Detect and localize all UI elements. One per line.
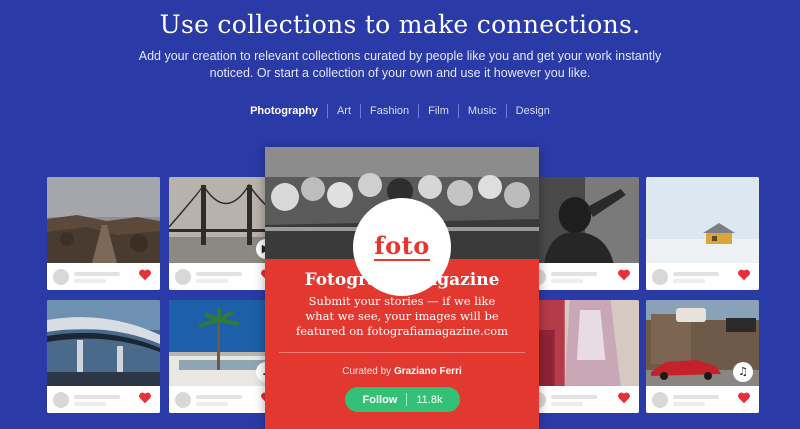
snow-house-image xyxy=(646,177,759,263)
heart-icon[interactable] xyxy=(737,268,751,282)
avatar xyxy=(53,269,69,285)
rocky-landscape-image xyxy=(47,177,160,263)
placeholder-line xyxy=(74,279,106,283)
placeholder-line xyxy=(74,272,120,276)
avatar xyxy=(175,392,191,408)
follower-count: 11.8k xyxy=(416,393,443,406)
avatar xyxy=(53,392,69,408)
featured-collection-card[interactable]: foto Fotografia Magazine Submit your sto… xyxy=(265,147,539,429)
card-footer xyxy=(646,386,759,413)
tab-fashion[interactable]: Fashion xyxy=(361,105,418,117)
curator-name[interactable]: Graziano Ferri xyxy=(394,366,462,377)
placeholder-line xyxy=(673,279,705,283)
placeholder-line xyxy=(551,272,597,276)
placeholder-line xyxy=(551,402,583,406)
card-footer xyxy=(524,263,639,290)
follow-divider xyxy=(406,393,408,406)
tab-design[interactable]: Design xyxy=(507,105,559,117)
tab-music[interactable]: Music xyxy=(459,105,506,117)
tab-art[interactable]: Art xyxy=(328,105,360,117)
card-footer xyxy=(646,263,759,290)
collection-card-highway-overpass[interactable] xyxy=(47,300,160,413)
featured-title: Fotografia Magazine xyxy=(304,270,500,290)
follow-label: Follow xyxy=(362,393,398,406)
placeholder-line xyxy=(74,395,120,399)
placeholder-line xyxy=(74,402,106,406)
heart-icon[interactable] xyxy=(138,268,152,282)
category-tabs: Photography Art Fashion Film Music Desig… xyxy=(0,104,800,118)
collection-card-fashion-dress[interactable] xyxy=(524,300,639,413)
heart-icon[interactable] xyxy=(737,391,751,405)
placeholder-line xyxy=(551,279,583,283)
placeholder-line xyxy=(196,272,242,276)
follow-button[interactable]: Follow 11.8k xyxy=(345,387,460,412)
collection-card-snow-house[interactable] xyxy=(646,177,759,290)
collection-card-boy-portrait[interactable] xyxy=(524,177,639,290)
divider xyxy=(279,352,525,353)
curated-prefix: Curated by xyxy=(342,366,392,377)
card-footer xyxy=(524,386,639,413)
tab-photography[interactable]: Photography xyxy=(241,105,327,117)
avatar xyxy=(652,392,668,408)
avatar xyxy=(175,269,191,285)
heart-icon[interactable] xyxy=(138,391,152,405)
placeholder-line xyxy=(673,402,705,406)
heart-icon[interactable] xyxy=(617,268,631,282)
collection-card-red-car-pepsi[interactable]: ♫ xyxy=(646,300,759,413)
collection-card-rocky-landscape[interactable] xyxy=(47,177,160,290)
placeholder-line xyxy=(196,279,228,283)
fashion-dress-image xyxy=(524,300,639,386)
card-footer xyxy=(47,263,160,290)
heart-icon[interactable] xyxy=(617,391,631,405)
placeholder-line xyxy=(551,395,597,399)
page-headline: Use collections to make connections. xyxy=(159,10,641,39)
featured-description: Submit your stories — if we like what we… xyxy=(295,294,509,338)
card-footer xyxy=(47,386,160,413)
logo-text: foto xyxy=(374,231,430,261)
music-icon[interactable]: ♫ xyxy=(733,362,753,382)
boy-portrait-image xyxy=(524,177,639,263)
placeholder-line xyxy=(196,402,228,406)
placeholder-line xyxy=(196,395,242,399)
curated-by: Curated by Graziano Ferri xyxy=(265,366,539,377)
placeholder-line xyxy=(673,272,719,276)
placeholder-line xyxy=(673,395,719,399)
avatar xyxy=(652,269,668,285)
page-description: Add your creation to relevant collection… xyxy=(138,49,662,80)
tab-film[interactable]: Film xyxy=(419,105,458,117)
highway-overpass-image xyxy=(47,300,160,386)
